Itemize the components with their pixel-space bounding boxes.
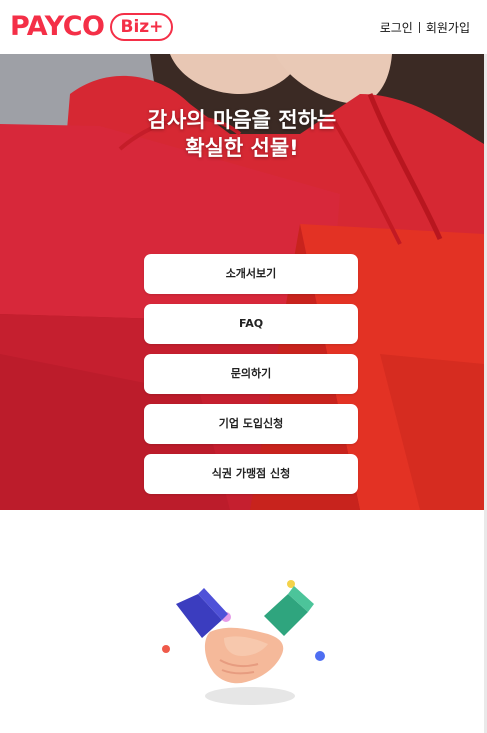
merchant-apply-button[interactable]: 식권 가맹점 신청 bbox=[144, 454, 358, 494]
page: PAYCO Biz+ 로그인 회원가입 감사의 마음을 전하는 확실한 선물! … bbox=[0, 0, 487, 733]
hero-title: 감사의 마음을 전하는 확실한 선물! bbox=[0, 106, 484, 162]
hero-title-line2: 확실한 선물! bbox=[185, 136, 299, 160]
inquiry-button[interactable]: 문의하기 bbox=[144, 354, 358, 394]
company-apply-button[interactable]: 기업 도입신청 bbox=[144, 404, 358, 444]
brochure-button[interactable]: 소개서보기 bbox=[144, 254, 358, 294]
logo-badge: Biz+ bbox=[110, 13, 174, 41]
header: PAYCO Biz+ 로그인 회원가입 bbox=[0, 0, 487, 54]
handshake-icon bbox=[162, 580, 325, 705]
login-link[interactable]: 로그인 bbox=[380, 19, 413, 36]
link-divider bbox=[418, 22, 420, 33]
top-links: 로그인 회원가입 bbox=[380, 19, 470, 36]
signup-link[interactable]: 회원가입 bbox=[426, 19, 470, 36]
hero-banner: 감사의 마음을 전하는 확실한 선물! 소개서보기 FAQ 문의하기 기업 도입… bbox=[0, 54, 484, 510]
hero-title-line1: 감사의 마음을 전하는 bbox=[147, 108, 337, 132]
payco-biz-logo[interactable]: PAYCO Biz+ bbox=[10, 11, 174, 43]
logo-text: PAYCO bbox=[10, 11, 105, 42]
faq-button[interactable]: FAQ bbox=[144, 304, 358, 344]
hero-menu: 소개서보기 FAQ 문의하기 기업 도입신청 식권 가맹점 신청 bbox=[144, 254, 358, 504]
lower-section bbox=[0, 510, 484, 733]
